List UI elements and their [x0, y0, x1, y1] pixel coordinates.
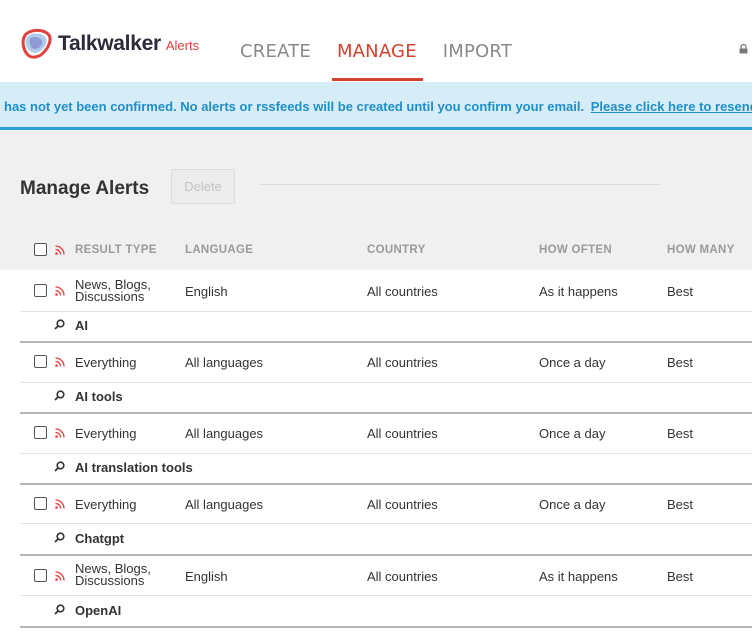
how-often-cell: As it happens	[539, 284, 618, 299]
lock-icon[interactable]	[739, 44, 748, 54]
row-separator	[20, 341, 752, 343]
rss-icon[interactable]	[55, 499, 65, 509]
country-cell: All countries	[367, 355, 438, 370]
col-header-how-often: HOW OFTEN	[539, 244, 612, 256]
main-nav: CREATE MANAGE IMPORT	[240, 41, 538, 81]
rss-icon[interactable]	[55, 286, 65, 296]
alert-row-checkbox[interactable]	[34, 426, 47, 439]
divider	[260, 184, 660, 185]
rss-icon[interactable]	[55, 357, 65, 367]
brand-name: Talkwalker	[58, 32, 161, 55]
row-separator	[20, 626, 752, 628]
result-type-cell: Everything	[75, 355, 137, 370]
banner-text: has not yet been confirmed. No alerts or…	[4, 99, 752, 114]
alert-row-checkbox[interactable]	[34, 497, 47, 510]
app-header: Talkwalker Alerts CREATE MANAGE IMPORT	[0, 0, 752, 82]
country-cell: All countries	[367, 497, 438, 512]
row-divider	[20, 311, 752, 312]
language-cell: All languages	[185, 426, 264, 441]
brand-product: Alerts	[165, 38, 200, 53]
country-cell: All countries	[367, 569, 438, 584]
alert-name[interactable]: AI	[75, 318, 88, 333]
col-header-result-type: RESULT TYPE	[75, 244, 157, 256]
row-divider	[20, 523, 752, 524]
row-divider	[20, 595, 752, 596]
row-divider	[20, 382, 752, 383]
col-header-language: LANGUAGE	[185, 244, 254, 256]
row-separator	[20, 412, 752, 414]
language-cell: All languages	[185, 355, 264, 370]
nav-import[interactable]: IMPORT	[443, 41, 512, 81]
rss-icon[interactable]	[55, 428, 65, 438]
alert-name[interactable]: AI tools	[75, 389, 123, 404]
nav-manage[interactable]: MANAGE	[331, 41, 423, 81]
how-many-cell: Best	[667, 426, 694, 441]
row-separator	[20, 483, 752, 485]
country-cell: All countries	[367, 426, 438, 441]
search-icon	[54, 390, 65, 401]
search-icon	[54, 319, 65, 330]
alert-name[interactable]: Chatgpt	[75, 531, 124, 546]
email-confirmation-banner: has not yet been confirmed. No alerts or…	[0, 82, 752, 130]
alert-row-checkbox[interactable]	[34, 355, 47, 368]
how-often-cell: As it happens	[539, 569, 618, 584]
result-type-cell: Everything	[75, 426, 137, 441]
alert-name[interactable]: AI translation tools	[75, 460, 193, 475]
row-divider	[20, 453, 752, 454]
row-separator	[20, 554, 752, 556]
search-icon	[54, 461, 65, 472]
alert-row-checkbox[interactable]	[34, 284, 47, 297]
col-header-country: COUNTRY	[367, 244, 426, 256]
nav-create[interactable]: CREATE	[240, 41, 311, 81]
how-many-cell: Best	[667, 284, 694, 299]
alert-row-checkbox[interactable]	[34, 569, 47, 582]
how-often-cell: Once a day	[539, 426, 606, 441]
search-icon	[54, 532, 65, 543]
how-many-cell: Best	[667, 497, 694, 512]
talkwalker-logo[interactable]: Talkwalker Alerts	[20, 28, 199, 60]
page-title: Manage Alerts	[20, 178, 150, 199]
how-often-cell: Once a day	[539, 355, 606, 370]
delete-button[interactable]: Delete	[171, 169, 235, 204]
banner-message: has not yet been confirmed. No alerts or…	[4, 99, 585, 114]
how-often-cell: Once a day	[539, 497, 606, 512]
result-type-cell: Everything	[75, 497, 137, 512]
result-type-cell: News, Blogs, Discussions	[75, 561, 151, 588]
result-type-cell: News, Blogs, Discussions	[75, 277, 151, 304]
language-cell: All languages	[185, 497, 264, 512]
language-cell: English	[185, 284, 228, 299]
rss-icon	[55, 245, 65, 255]
talkwalker-logo-icon	[21, 28, 52, 59]
how-many-cell: Best	[667, 355, 694, 370]
resend-confirmation-link[interactable]: Please click here to resend	[591, 99, 752, 114]
language-cell: English	[185, 569, 228, 584]
how-many-cell: Best	[667, 569, 694, 584]
search-icon	[54, 604, 65, 615]
rss-icon[interactable]	[55, 571, 65, 581]
country-cell: All countries	[367, 284, 438, 299]
select-all-checkbox[interactable]	[34, 243, 47, 256]
col-header-how-many: HOW MANY	[667, 244, 735, 256]
alert-name[interactable]: OpenAI	[75, 603, 121, 618]
